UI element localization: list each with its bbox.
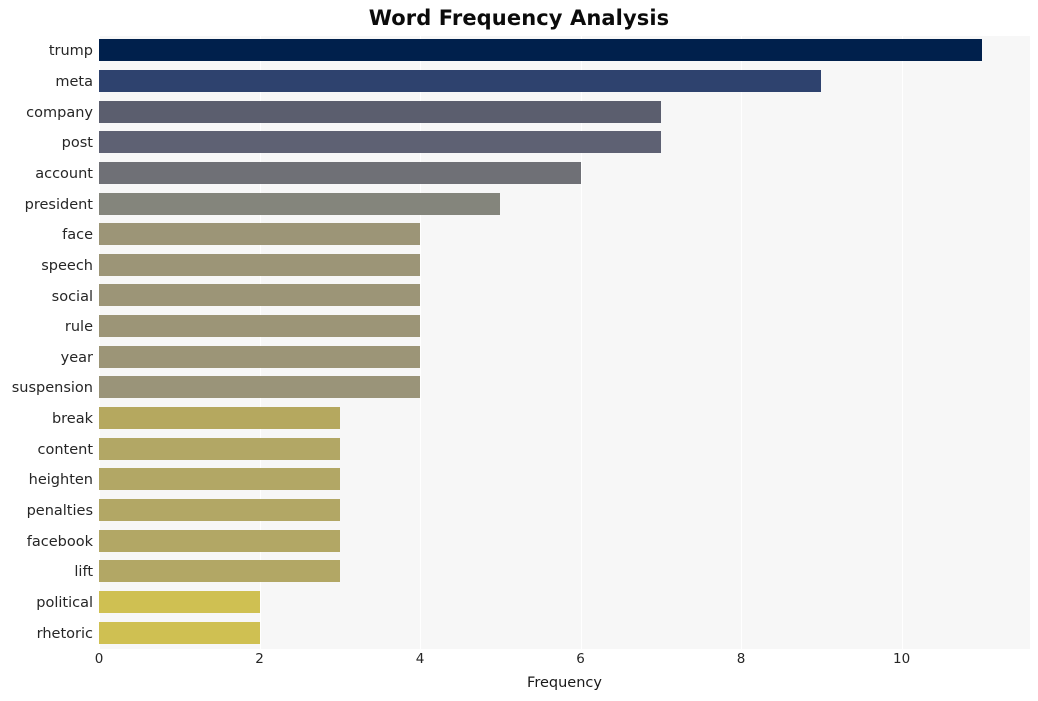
bar-break[interactable] [99,407,340,430]
bar-facebook[interactable] [99,529,340,552]
bar-face[interactable] [99,223,421,246]
bar-political[interactable] [99,590,260,613]
y-tick-label-speech: speech [41,257,93,274]
bar-row[interactable] [99,343,1030,374]
bar-president[interactable] [99,192,501,215]
x-tick-label-8: 8 [736,651,746,667]
bar-trump[interactable] [99,39,982,62]
bar-lift[interactable] [99,560,340,583]
x-tick-label-2: 2 [255,651,264,667]
x-tick-label-6: 6 [576,651,585,667]
bar-heighten[interactable] [99,468,340,491]
bar-company[interactable] [99,100,661,123]
bar-row[interactable] [99,618,1030,649]
bar-row[interactable] [99,67,1030,98]
bar-speech[interactable] [99,253,421,276]
y-tick-label-lift: lift [74,564,93,581]
y-tick-label-rhetoric: rhetoric [36,625,93,642]
bar-row[interactable] [99,526,1030,557]
bar-row[interactable] [99,496,1030,527]
y-tick-label-year: year [60,349,93,366]
bar-row[interactable] [99,159,1030,190]
bars-container [99,36,1030,649]
bar-row[interactable] [99,588,1030,619]
y-tick-label-company: company [26,104,93,121]
bar-content[interactable] [99,437,340,460]
bar-row[interactable] [99,251,1030,282]
y-axis-tick-labels: trump meta company post account president face… [0,36,93,649]
y-tick-label-heighten: heighten [28,472,93,489]
bar-meta[interactable] [99,69,822,92]
bar-row[interactable] [99,281,1030,312]
bar-year[interactable] [99,345,421,368]
bar-row[interactable] [99,36,1030,67]
x-tick-label-0: 0 [94,651,104,667]
y-tick-label-meta: meta [55,73,93,90]
y-tick-label-political: political [36,595,93,612]
chart-title: Word Frequency Analysis [368,6,670,30]
y-tick-label-social: social [51,288,93,305]
y-tick-label-face: face [62,227,93,244]
y-tick-label-penalties: penalties [26,503,93,520]
bar-row[interactable] [99,189,1030,220]
plot-area [99,36,1030,649]
y-tick-label-account: account [35,165,93,182]
bar-row[interactable] [99,557,1030,588]
bar-penalties[interactable] [99,499,340,522]
y-tick-label-president: president [24,196,93,213]
bar-row[interactable] [99,220,1030,251]
word-frequency-chart: Word Frequency Analysis trump meta company… [0,0,1038,701]
x-tick-label-10: 10 [892,651,911,667]
bar-social[interactable] [99,284,421,307]
bar-rule[interactable] [99,315,421,338]
y-tick-label-content: content [37,441,93,458]
bar-row[interactable] [99,312,1030,343]
x-tick-label-4: 4 [415,651,425,667]
y-tick-label-rule: rule [64,319,93,336]
bar-row[interactable] [99,434,1030,465]
x-axis-tick-labels: 0 2 4 6 8 10 [0,651,1038,673]
bar-rhetoric[interactable] [99,621,260,644]
bar-suspension[interactable] [99,376,421,399]
bar-post[interactable] [99,131,661,154]
y-tick-label-trump: trump [48,43,93,60]
x-axis-label: Frequency [527,675,602,691]
bar-row[interactable] [99,97,1030,128]
y-tick-label-break: break [51,411,93,428]
y-tick-label-post: post [61,135,93,152]
bar-row[interactable] [99,373,1030,404]
bar-account[interactable] [99,161,581,184]
y-tick-label-suspension: suspension [11,380,93,397]
bar-row[interactable] [99,128,1030,159]
bar-row[interactable] [99,404,1030,435]
bar-row[interactable] [99,465,1030,496]
y-tick-label-facebook: facebook [26,533,93,550]
